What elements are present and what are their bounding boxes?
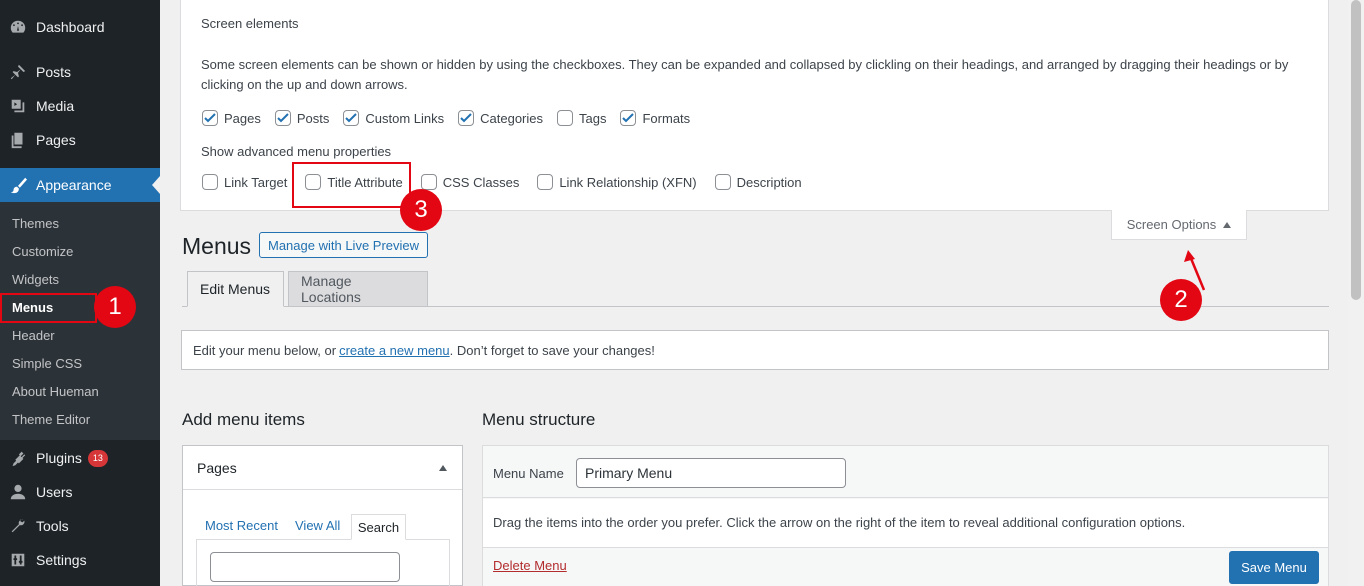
- sidebar-item-label: Pages: [36, 132, 76, 148]
- page-title: Menus: [182, 233, 252, 259]
- sidebar-item-label: Users: [36, 484, 73, 500]
- sidebar-item-users[interactable]: Users: [0, 475, 160, 509]
- checkbox-posts[interactable]: Posts: [274, 110, 329, 126]
- screen-options-label: Screen Options: [1126, 217, 1217, 232]
- edit-notice: Edit your menu below, or create a new me…: [181, 330, 1329, 370]
- menu-name-label: Menu Name: [493, 466, 564, 481]
- checkbox-css-classes[interactable]: CSS Classes: [420, 174, 519, 190]
- advanced-properties-heading: Show advanced menu properties: [201, 144, 392, 159]
- submenu-item-theme-editor[interactable]: Theme Editor: [0, 405, 160, 433]
- caret-up-icon: [1223, 221, 1232, 228]
- submenu-item-simple-css[interactable]: Simple CSS: [0, 349, 160, 377]
- checkbox-pages[interactable]: Pages: [202, 110, 261, 126]
- sidebar-item-posts[interactable]: Posts: [0, 55, 160, 89]
- checkbox-unchecked-icon[interactable]: [557, 110, 574, 126]
- sidebar-item-label: Media: [36, 98, 75, 114]
- wrench-icon: [8, 516, 28, 536]
- checkbox-checked-icon[interactable]: [202, 110, 218, 126]
- menu-name-bar: Menu Name: [483, 446, 1328, 498]
- sidebar-item-label: Tools: [36, 518, 69, 534]
- annotation-highlight-menus: [0, 293, 97, 323]
- sidebar-item-plugins[interactable]: Plugins 13: [0, 441, 160, 475]
- annotation-step-1: 1: [94, 286, 136, 328]
- annotation-step-2: 2: [1160, 279, 1202, 321]
- screen-elements-heading: Screen elements: [201, 16, 299, 31]
- save-menu-button[interactable]: Save Menu: [1229, 551, 1319, 584]
- screen-options-toggle[interactable]: Screen Options: [1111, 210, 1247, 240]
- sidebar-item-settings[interactable]: Settings: [0, 543, 160, 577]
- sidebar-item-label: Plugins: [36, 450, 82, 466]
- active-indicator: [152, 176, 160, 194]
- menu-structure-footer: Delete Menu Save Menu: [483, 547, 1328, 586]
- checkbox-description[interactable]: Description: [714, 174, 802, 190]
- submenu-item-widgets[interactable]: Widgets: [0, 265, 160, 293]
- checkbox-unchecked-icon[interactable]: [537, 174, 554, 190]
- pages-accordion-title: Pages: [197, 459, 237, 476]
- sidebar-item-label: Posts: [36, 64, 72, 80]
- checkbox-unchecked-icon[interactable]: [714, 174, 731, 190]
- sidebar-item-appearance[interactable]: Appearance: [0, 168, 160, 202]
- checkbox-formats[interactable]: Formats: [620, 110, 690, 126]
- settings-icon: [8, 550, 28, 570]
- annotation-step-3: 3: [400, 189, 442, 231]
- sidebar-item-label: Settings: [36, 552, 87, 568]
- pages-accordion: Pages Most Recent View All Search: [182, 445, 463, 586]
- add-menu-items-heading: Add menu items: [182, 410, 305, 429]
- update-count-badge: 13: [87, 449, 108, 467]
- sidebar-item-media[interactable]: Media: [0, 89, 160, 123]
- checkbox-checked-icon[interactable]: [274, 110, 291, 126]
- plugin-icon: [8, 448, 28, 468]
- sidebar-item-tools[interactable]: Tools: [0, 509, 160, 543]
- notice-text-end: . Don’t forget to save your changes!: [449, 342, 655, 358]
- pin-icon: [8, 62, 28, 82]
- screen-options-description: Some screen elements can be shown or hid…: [201, 57, 1289, 92]
- scrollbar-thumb[interactable]: [1351, 0, 1361, 300]
- menu-structure-panel: Menu Name Drag the items into the order …: [482, 445, 1329, 586]
- screen-elements-checkboxes: Pages Posts Custom Links Categories Tags…: [202, 110, 704, 126]
- submenu-item-customize[interactable]: Customize: [0, 237, 160, 265]
- tab-view-all[interactable]: View All: [295, 518, 340, 533]
- checkbox-link-target[interactable]: Link Target: [202, 174, 287, 190]
- checkbox-unchecked-icon[interactable]: [420, 174, 437, 190]
- user-icon: [8, 482, 28, 502]
- delete-menu-link[interactable]: Delete Menu: [493, 558, 567, 573]
- checkbox-unchecked-icon[interactable]: [202, 174, 218, 190]
- tab-edit-menus[interactable]: Edit Menus: [187, 271, 284, 307]
- drag-instructions: Drag the items into the order you prefer…: [493, 515, 1186, 530]
- tab-search[interactable]: Search: [351, 514, 406, 540]
- page-scrollbar[interactable]: [1348, 0, 1364, 586]
- pages-search-input[interactable]: [210, 552, 400, 582]
- checkbox-checked-icon[interactable]: [458, 110, 475, 126]
- menu-name-input[interactable]: [576, 458, 846, 488]
- annotation-highlight-title-attribute: [292, 162, 411, 208]
- pages-icon: [8, 130, 28, 150]
- checkbox-link-relationship[interactable]: Link Relationship (XFN): [537, 174, 697, 190]
- collapse-arrow-icon[interactable]: [439, 465, 447, 471]
- manage-live-preview-button[interactable]: Manage with Live Preview: [259, 232, 429, 258]
- notice-text: Edit your menu below, or: [193, 342, 337, 358]
- checkbox-categories[interactable]: Categories: [458, 110, 543, 126]
- tab-most-recent[interactable]: Most Recent: [205, 518, 278, 533]
- media-icon: [8, 96, 28, 116]
- brush-icon: [8, 175, 28, 195]
- dashboard-icon: [8, 17, 28, 37]
- checkbox-checked-icon[interactable]: [620, 110, 637, 126]
- create-new-menu-link[interactable]: create a new menu: [339, 343, 450, 358]
- menu-structure-heading: Menu structure: [482, 410, 596, 429]
- sidebar-item-label: Appearance: [36, 177, 112, 193]
- sidebar-item-dashboard[interactable]: Dashboard: [0, 10, 160, 44]
- sidebar-item-pages[interactable]: Pages: [0, 123, 160, 157]
- menu-structure-body: Drag the items into the order you prefer…: [483, 499, 1328, 547]
- pages-accordion-header[interactable]: Pages: [183, 446, 462, 490]
- sidebar-item-label: Dashboard: [36, 19, 105, 35]
- checkbox-checked-icon[interactable]: [343, 110, 360, 126]
- checkbox-tags[interactable]: Tags: [557, 110, 606, 126]
- submenu-item-themes[interactable]: Themes: [0, 209, 160, 237]
- submenu-item-header[interactable]: Header: [0, 321, 160, 349]
- tab-manage-locations[interactable]: Manage Locations: [288, 271, 428, 307]
- submenu-item-about-hueman[interactable]: About Hueman: [0, 377, 160, 405]
- checkbox-custom-links[interactable]: Custom Links: [343, 110, 444, 126]
